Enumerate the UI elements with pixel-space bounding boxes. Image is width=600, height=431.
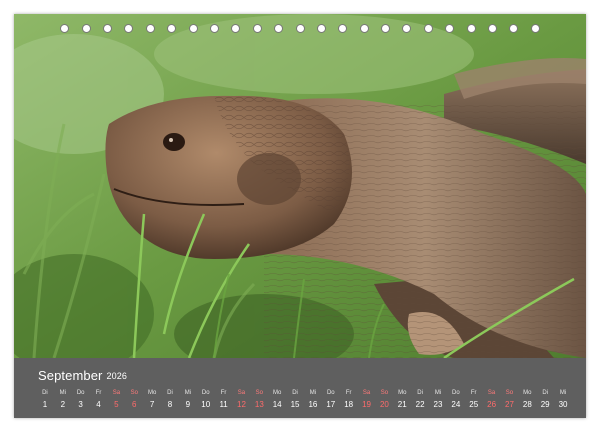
weekday-label: Fr xyxy=(470,390,477,396)
binding-ring xyxy=(231,23,241,33)
spiral-binding xyxy=(14,14,586,42)
weekday-label: So xyxy=(380,390,389,396)
binding-ring xyxy=(530,23,540,33)
day-number: 5 xyxy=(114,400,119,409)
day-number: 8 xyxy=(167,400,173,409)
weekday-label: Sa xyxy=(362,390,371,396)
day-number: 2 xyxy=(60,400,66,409)
weekday-label: Di xyxy=(167,390,173,396)
weekday-label: Mo xyxy=(398,390,407,396)
weekday-label: Do xyxy=(76,390,85,396)
binding-ring xyxy=(423,23,433,33)
day-number: 28 xyxy=(522,400,532,409)
day-number: 1 xyxy=(42,400,48,409)
year-label: 2026 xyxy=(106,371,127,381)
weekday-label: Mi xyxy=(184,390,192,396)
weekday-label: So xyxy=(130,390,138,396)
binding-ring xyxy=(81,23,91,33)
weekday-label: Di xyxy=(292,390,298,396)
binding-ring xyxy=(295,23,305,33)
day-number: 10 xyxy=(201,400,211,409)
binding-ring xyxy=(60,23,70,33)
weekday-label: Mi xyxy=(59,390,66,396)
weekday-label: Mo xyxy=(147,390,157,396)
weekday-label: Fr xyxy=(95,390,102,396)
weekday-label: Mo xyxy=(273,390,282,396)
day-number: 9 xyxy=(185,400,191,409)
binding-ring xyxy=(488,23,498,33)
day-number: 11 xyxy=(219,400,228,409)
binding-ring xyxy=(359,23,369,33)
day-number: 30 xyxy=(558,400,568,409)
day-number: 18 xyxy=(344,400,354,409)
weekday-label: Mi xyxy=(309,390,317,396)
weekday-label: Fr xyxy=(345,390,352,396)
day-number: 20 xyxy=(379,400,389,409)
day-number: 22 xyxy=(415,400,425,409)
weekday-label: Di xyxy=(42,390,48,396)
binding-ring xyxy=(145,23,155,33)
day-number: 27 xyxy=(505,400,514,409)
binding-ring xyxy=(124,23,134,33)
binding-ring xyxy=(466,23,476,33)
weekday-label: So xyxy=(255,390,263,396)
binding-ring xyxy=(445,23,455,33)
weekday-label: Do xyxy=(201,390,210,396)
calendar-page: September 2026 Di Mi Do Fr Sa So Mo Di Mi Do Fr Sa So… xyxy=(14,14,586,418)
day-grid: Di Mi Do Fr Sa So Mo Di Mi Do Fr Sa So Mo Di Mi Do Fr Sa So… xyxy=(36,389,572,411)
binding-ring xyxy=(167,23,177,33)
day-number: 17 xyxy=(326,400,336,409)
calendar-bar: September 2026 Di Mi Do Fr Sa So Mo Di Mi Do Fr Sa So… xyxy=(14,358,586,418)
day-number: 3 xyxy=(78,400,83,409)
month-title: September 2026 xyxy=(38,368,127,383)
day-number: 24 xyxy=(451,400,461,409)
day-number: 29 xyxy=(540,400,550,409)
day-number: 14 xyxy=(272,400,282,409)
day-number: 25 xyxy=(469,400,479,409)
binding-ring xyxy=(381,23,391,33)
binding-ring xyxy=(509,23,519,33)
weekday-label: Do xyxy=(452,390,460,396)
day-number: 21 xyxy=(397,400,407,409)
binding-ring xyxy=(209,23,219,33)
day-number: 19 xyxy=(362,400,371,409)
weekday-label: Sa xyxy=(237,390,246,396)
weekday-label: Sa xyxy=(487,390,496,396)
weekday-label: Do xyxy=(326,390,335,396)
day-number: 13 xyxy=(254,400,264,409)
day-number: 26 xyxy=(487,400,497,409)
weekday-label: Mi xyxy=(434,390,442,396)
weekday-label: Mo xyxy=(523,390,532,396)
tortoise-photo xyxy=(14,14,586,358)
day-number: 23 xyxy=(433,400,443,409)
weekday-label: Di xyxy=(542,390,549,396)
weekday-label: Di xyxy=(417,390,423,396)
day-number: 15 xyxy=(290,400,300,409)
day-number: 7 xyxy=(149,400,155,409)
day-number: 12 xyxy=(237,400,246,409)
day-number: 16 xyxy=(308,400,318,409)
month-name: September xyxy=(38,368,103,383)
binding-ring xyxy=(252,23,262,33)
binding-ring xyxy=(188,23,198,33)
binding-ring xyxy=(274,23,284,33)
weekday-label: So xyxy=(505,390,514,396)
weekday-label: Fr xyxy=(220,390,227,396)
binding-ring xyxy=(402,23,412,33)
binding-ring xyxy=(102,23,112,33)
weekday-label: Mi xyxy=(559,390,567,396)
day-number: 6 xyxy=(132,400,137,409)
binding-ring xyxy=(316,23,326,33)
weekday-label: Sa xyxy=(112,390,121,396)
binding-ring xyxy=(338,23,348,33)
day-number: 4 xyxy=(96,400,101,409)
